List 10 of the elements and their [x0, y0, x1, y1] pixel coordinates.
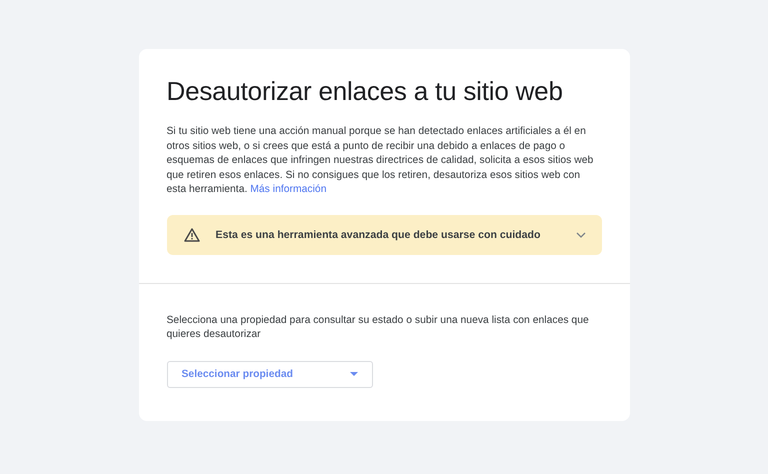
chevron-icon	[576, 232, 586, 238]
warning-banner[interactable]: Esta es una herramienta avanzada que debe usarse con cuidado	[166, 214, 602, 254]
warning-text: Esta es una herramienta avanzada que debe usarse con cuidado	[216, 228, 542, 240]
more-info-link[interactable]: Más información	[250, 184, 326, 195]
property-prompt: Selecciona una propiedad para consultar su estado o subir una nueva lista con enlaces que quieres desautorizar	[166, 314, 590, 342]
page-title: Desautorizar enlaces a tu sitio web	[166, 76, 564, 107]
description-text: Si tu sitio web tiene una acción manual porque se han detectado enlaces artificiales a él en otros sitios web, o si crees que está a punto de recibir una debido a enlaces de pago o esquemas de enlaces que infringen nuestras directrices de calidad, solicita a esos sitios web que retiren esos enlaces. Si no consigues que los retiren, desautoriza esos sitios web con esta herramienta. Más información	[166, 125, 594, 197]
dropdown-caret-icon	[350, 372, 358, 376]
warning-icon	[184, 228, 200, 242]
property-dropdown[interactable]: Seleccionar propiedad	[166, 360, 372, 388]
